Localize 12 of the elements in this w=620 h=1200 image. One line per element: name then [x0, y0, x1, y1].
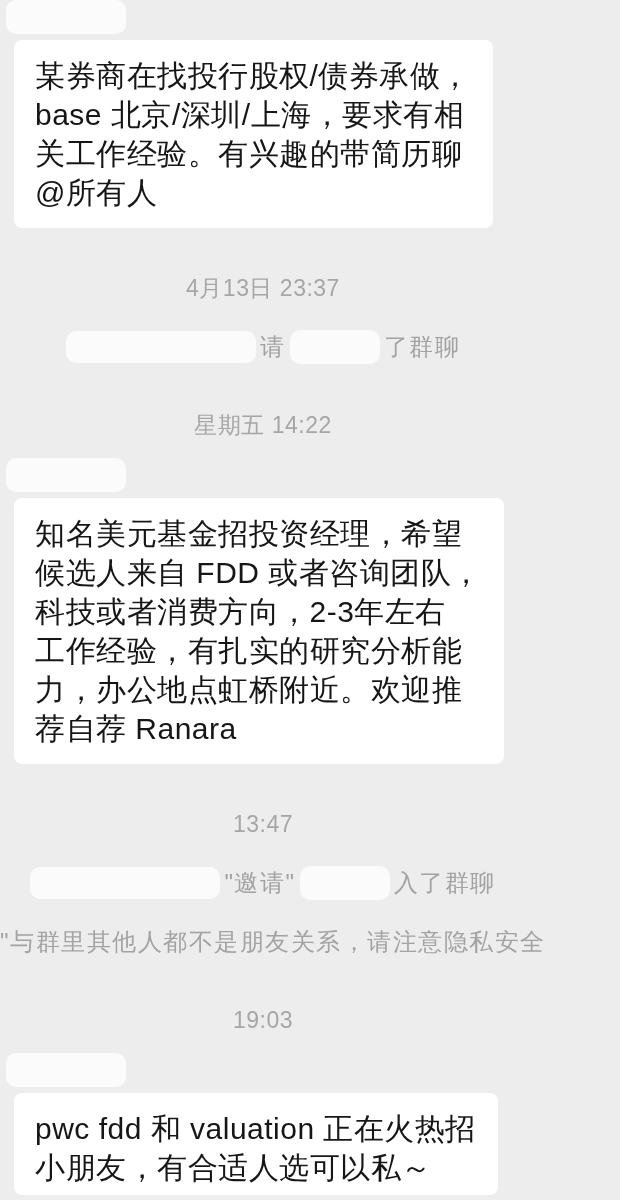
- timestamp: 13:47: [232, 810, 294, 839]
- message-text: 某券商在找投行股权/债券承做， base 北京/深圳/上海，要求有相 关工作经验。有兴趣的带简历聊 @所有人: [35, 58, 471, 211]
- timestamp: 4月13日 23:37: [186, 274, 340, 303]
- system-message-text: "与群里其他人都不是朋友关系，请注意隐私安全: [0, 927, 546, 957]
- timestamp: 星期五 14:22: [194, 411, 332, 440]
- system-message-text: 请: [260, 332, 286, 362]
- message-text: 知名美元基金招投资经理，希望 候选人来自 FDD 或者咨询团队， 科技或者消费方向，2-3年左右 工作经验，有扎实的研究分析能 力，办公地点虹桥附近。欢迎推 荐自荐 Ranara: [35, 516, 482, 747]
- system-message-text: 入了群聊: [393, 868, 496, 898]
- system-message-text: "邀请": [224, 868, 296, 898]
- system-message-text: 了群聊: [383, 332, 460, 362]
- message-text: pwc fdd 和 valuation 正在火热招 小朋友，有合适人选可以私～: [35, 1111, 476, 1186]
- timestamp: 19:03: [232, 1006, 294, 1035]
